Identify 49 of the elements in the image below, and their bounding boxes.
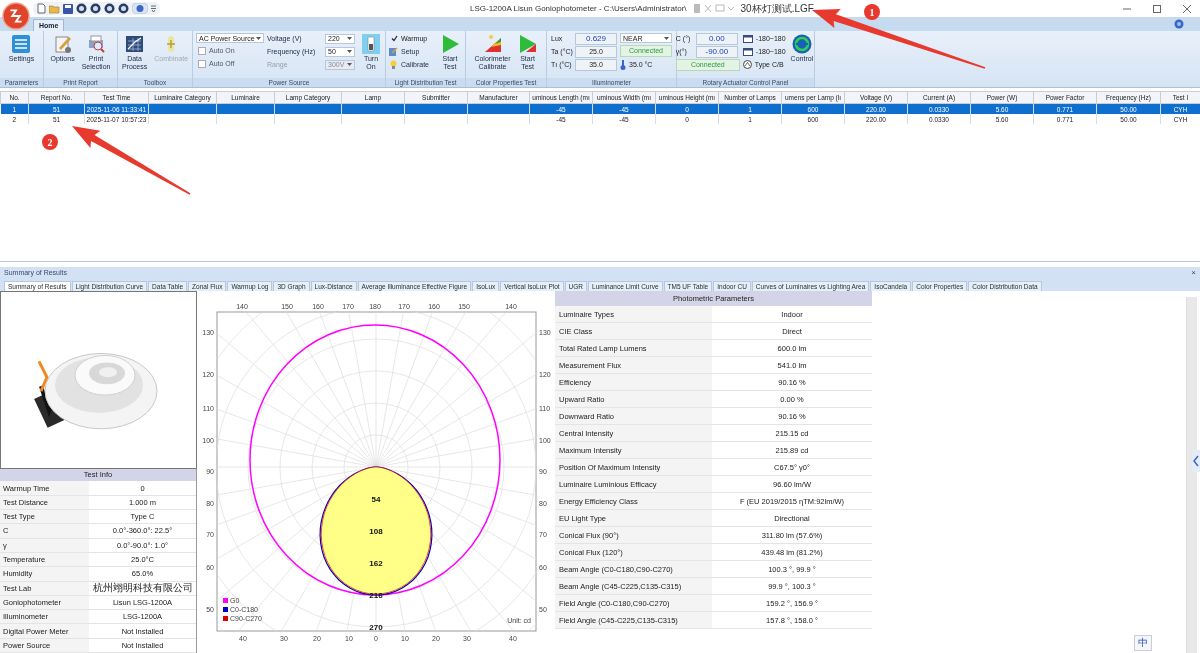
info-value: 杭州翊明科技有限公司 [91,581,194,596]
thermometer-icon [620,59,626,70]
ime-indicator[interactable]: 中 [1134,635,1152,651]
floating-toolbar-icon [692,2,735,15]
maximize-icon[interactable] [1152,3,1162,14]
gear-icon[interactable] [90,3,101,14]
save-icon[interactable] [63,3,73,14]
intensity-label: 216 [369,591,383,600]
lightbulb-icon [389,60,398,69]
check-icon [391,35,398,42]
chart-icon [124,34,145,54]
intensity-label: 54 [371,495,381,504]
angle-icon [742,60,752,69]
customize-icon[interactable] [151,5,156,12]
caret-icon [664,36,669,40]
printer-icon [86,34,107,54]
pencil-icon [52,34,73,54]
list-icon [11,34,32,54]
reading-value: 0.00 [695,32,738,45]
caret-icon [347,63,352,66]
scrollbar[interactable] [1186,297,1197,653]
intensity-label: 270 [369,623,383,632]
switch-icon [362,34,380,54]
range-icon [742,47,753,56]
help-icon[interactable] [1174,19,1184,29]
step-badge: 2 [42,134,58,150]
caret-icon [347,50,352,53]
close-button[interactable]: × [1191,268,1196,277]
window-title: 30杯灯测试.LGF [740,1,814,16]
intensity-label: 162 [369,559,383,568]
gear-icon[interactable] [76,3,87,14]
reading-value: -90.00 [695,45,738,58]
reading-value: 0.629 [575,32,617,45]
gear-icon[interactable] [104,3,115,14]
caret-icon [347,37,352,40]
new-file-icon[interactable] [37,3,46,14]
refresh-icon [791,34,812,54]
edit-icon [389,47,398,56]
close-icon[interactable] [1182,3,1192,14]
app-logo-icon[interactable] [2,2,30,30]
caret-icon [256,36,261,40]
step-badge: 1 [864,4,880,20]
help-icon[interactable] [132,3,148,14]
range-icon [742,34,753,43]
play-icon [440,34,460,54]
intensity-label: 108 [369,527,383,536]
play-icon [517,34,538,54]
gear-icon[interactable] [118,3,129,14]
window-title: LSG-1200A Lisun Goniophotometer - C:\Users\Administrator\ [470,4,687,13]
